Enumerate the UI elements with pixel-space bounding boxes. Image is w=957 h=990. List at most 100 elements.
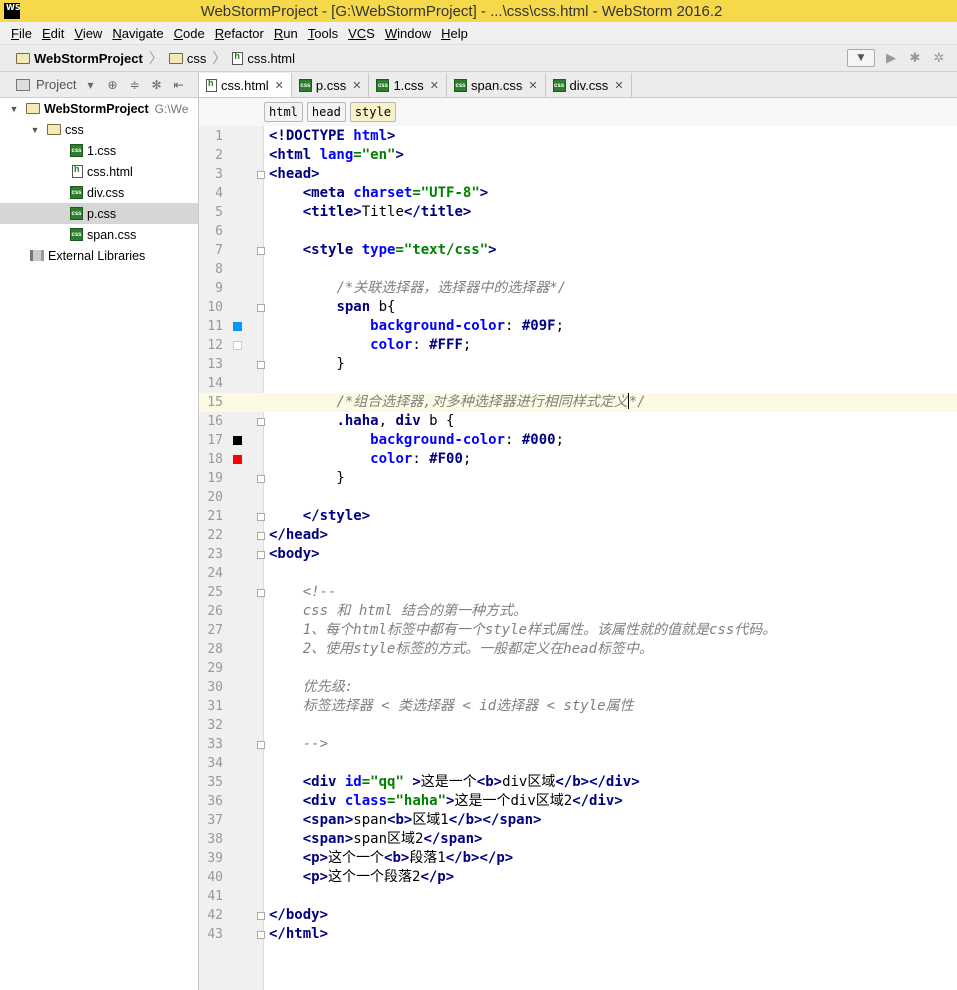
tree-item[interactable]: css div.css	[0, 182, 198, 203]
line-number: 11	[207, 319, 223, 334]
code-token: 这个一个	[328, 850, 385, 866]
line-number: 42	[207, 908, 223, 923]
fold-marker-icon[interactable]	[257, 247, 265, 255]
tree-item-path: G:\We	[154, 101, 189, 116]
code-token: span区域2	[353, 831, 424, 847]
css-file-icon: css	[552, 78, 566, 92]
collapse-all-icon[interactable]: ≑	[126, 78, 142, 92]
color-swatch-icon[interactable]	[233, 436, 242, 445]
code-line: 5 <title>Title</title>	[199, 203, 957, 222]
fold-marker-icon[interactable]	[257, 513, 265, 521]
menu-item[interactable]: Code	[169, 26, 210, 41]
close-icon[interactable]: ✕	[528, 79, 537, 92]
menu-item[interactable]: VCS	[343, 26, 380, 41]
tab-span-css[interactable]: css span.css ✕	[447, 73, 546, 97]
menu-item[interactable]: File	[6, 26, 37, 41]
menu-item[interactable]: Edit	[37, 26, 69, 41]
tree-item[interactable]: css 1.css	[0, 140, 198, 161]
code-token: :	[505, 432, 522, 448]
code-token: }	[269, 470, 345, 486]
tree-item[interactable]: ▼ css	[0, 119, 198, 140]
fold-marker-icon[interactable]	[257, 171, 265, 179]
breadcrumb-folder[interactable]: css	[165, 51, 211, 66]
fold-marker-icon[interactable]	[257, 589, 265, 597]
tag-crumb-style[interactable]: style	[349, 102, 396, 122]
tab-1-css[interactable]: css 1.css ✕	[369, 73, 448, 97]
menu-item-label: elp	[450, 25, 468, 41]
menu-item[interactable]: View	[69, 26, 107, 41]
code-text: css 和 html 结合的第一种方式。	[269, 602, 527, 621]
code-token: </b></span>	[448, 812, 542, 828]
tag-crumb-head[interactable]: head	[306, 102, 346, 122]
breadcrumb-file[interactable]: css.html	[228, 51, 299, 66]
color-swatch-icon[interactable]	[233, 322, 242, 331]
close-icon[interactable]: ✕	[614, 79, 623, 92]
hide-panel-icon[interactable]: ⇤	[170, 78, 186, 92]
code-line: 16 .haha, div b {	[199, 412, 957, 431]
tree-item[interactable]: External Libraries	[0, 245, 198, 266]
chevron-down-icon[interactable]: ▾	[82, 78, 98, 92]
code-token: :	[505, 318, 522, 334]
scroll-from-source-icon[interactable]: ⊕	[104, 78, 120, 92]
menu-item[interactable]: Navigate	[107, 26, 168, 41]
menu-item[interactable]: Refactor	[210, 26, 269, 41]
menu-item-label: avigate	[121, 25, 164, 41]
coverage-icon[interactable]: ✲	[931, 51, 947, 66]
run-icon[interactable]: ▶	[883, 51, 899, 66]
line-number: 38	[207, 832, 223, 847]
close-icon[interactable]: ✕	[430, 79, 439, 92]
line-number: 27	[207, 623, 223, 638]
fold-marker-icon[interactable]	[257, 931, 265, 939]
tag-crumb-html[interactable]: html	[264, 102, 303, 122]
fold-marker-icon[interactable]	[257, 361, 265, 369]
fold-marker-icon[interactable]	[257, 475, 265, 483]
menu-item[interactable]: Run	[269, 26, 303, 41]
code-token: :	[412, 337, 430, 353]
close-icon[interactable]: ✕	[275, 79, 284, 92]
fold-marker-icon[interactable]	[257, 912, 265, 920]
project-view-selector[interactable]: Project	[36, 77, 76, 92]
code-line: 12 color: #FFF;	[199, 336, 957, 355]
expand-arrow-icon[interactable]: ▼	[29, 125, 41, 135]
code-text: <span>span<b>区域1</b></span>	[269, 811, 542, 830]
line-number: 39	[207, 851, 223, 866]
color-swatch-icon[interactable]	[233, 341, 242, 350]
close-icon[interactable]: ✕	[352, 79, 361, 92]
color-swatch-icon[interactable]	[233, 455, 242, 464]
expand-arrow-icon[interactable]: ▼	[8, 104, 20, 114]
tab-div-css[interactable]: css div.css ✕	[546, 73, 632, 97]
fold-marker-icon[interactable]	[257, 551, 265, 559]
code-token: 这是一个	[420, 774, 477, 790]
fold-marker-icon[interactable]	[257, 304, 265, 312]
tree-item[interactable]: css span.css	[0, 224, 198, 245]
fold-marker-icon[interactable]	[257, 741, 265, 749]
code-token: <html	[269, 147, 320, 163]
code-token: ="qq"	[361, 774, 404, 790]
tree-item-label: div.css	[87, 185, 125, 200]
line-number: 7	[215, 243, 223, 258]
code-text: <html lang="en">	[269, 146, 404, 165]
tree-item[interactable]: ▼ WebStormProject G:\We	[0, 98, 198, 119]
run-config-dropdown[interactable]: ▼	[847, 49, 875, 67]
tab-p-css[interactable]: css p.css ✕	[292, 73, 370, 97]
menu-item[interactable]: Window	[380, 26, 436, 41]
debug-icon[interactable]: ✱	[907, 51, 923, 66]
fold-marker-icon[interactable]	[257, 532, 265, 540]
code-line: 29	[199, 659, 957, 678]
code-token: </head>	[269, 527, 329, 543]
code-text: <p>这个一个段落2</p>	[269, 868, 454, 887]
menu-item[interactable]: Tools	[303, 26, 343, 41]
code-token: div	[395, 413, 421, 429]
tree-item[interactable]: css p.css	[0, 203, 198, 224]
breadcrumb-project[interactable]: WebStormProject	[12, 51, 147, 66]
menu-item[interactable]: Help	[436, 26, 473, 41]
gear-icon[interactable]: ✻	[148, 78, 164, 92]
fold-marker-icon[interactable]	[257, 418, 265, 426]
tab-css-html[interactable]: css.html ✕	[199, 73, 292, 97]
tree-item[interactable]: css.html	[0, 161, 198, 182]
